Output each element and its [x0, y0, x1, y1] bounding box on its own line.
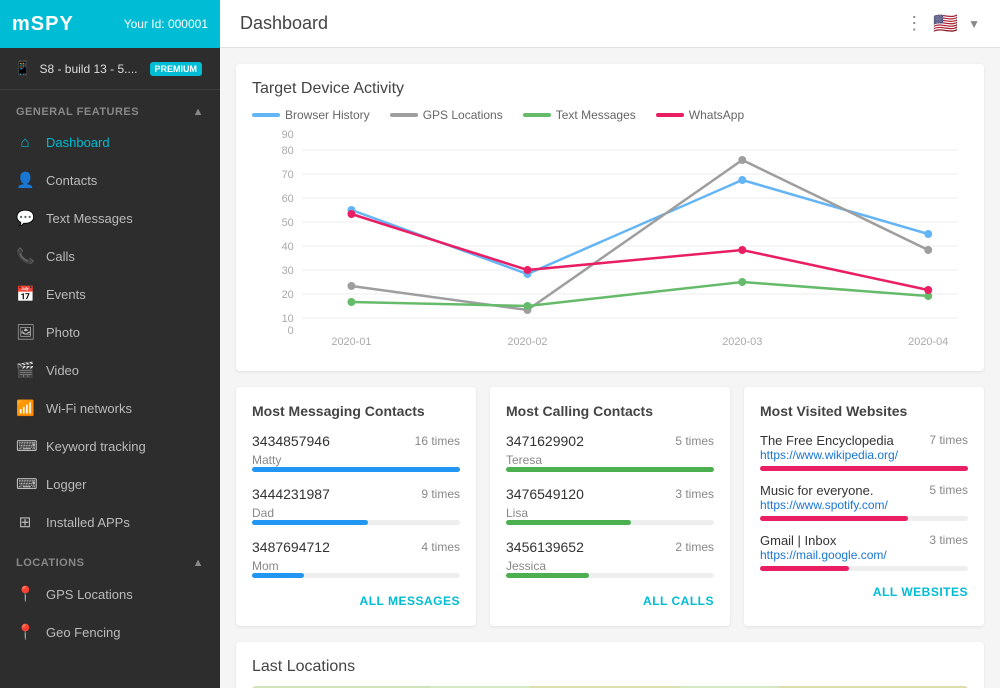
- sidebar-item-wifi[interactable]: 📶 Wi-Fi networks: [0, 389, 220, 427]
- logo: mSPY: [12, 13, 74, 36]
- svg-text:0: 0: [288, 325, 294, 337]
- calling-contact-3: 3456139652 2 times Jessica: [506, 539, 714, 578]
- svg-text:2020-02: 2020-02: [507, 336, 547, 348]
- sidebar: mSPY Your Id: 000001 📱 S8 - build 13 - 5…: [0, 0, 220, 688]
- activity-chart-card: Target Device Activity Browser History G…: [236, 64, 984, 371]
- svg-text:30: 30: [282, 265, 294, 277]
- legend-browser-color: [252, 113, 280, 117]
- sidebar-header: mSPY Your Id: 000001: [0, 0, 220, 48]
- legend-texts-color: [523, 113, 551, 117]
- device-name: S8 - build 13 - 5....: [39, 62, 137, 76]
- last-locations-card: Last Locations: [236, 642, 984, 688]
- topbar: Dashboard ⋮ 🇺🇸 ▼: [220, 0, 1000, 48]
- svg-text:20: 20: [282, 289, 294, 301]
- sidebar-item-text-messages[interactable]: 💬 Text Messages: [0, 199, 220, 237]
- calling-contact-2: 3476549120 3 times Lisa: [506, 486, 714, 525]
- all-websites-link[interactable]: ALL WEBSITES: [873, 585, 968, 599]
- svg-text:50: 50: [282, 217, 294, 229]
- messaging-contact-1: 3434857946 16 times Matty: [252, 433, 460, 472]
- legend-gps: GPS Locations: [390, 108, 503, 122]
- apps-icon: ⊞: [16, 513, 34, 531]
- keyboard-icon: ⌨: [16, 437, 34, 455]
- chart-title: Target Device Activity: [252, 80, 968, 98]
- messaging-title: Most Messaging Contacts: [252, 403, 460, 419]
- device-icon: 📱: [14, 60, 31, 77]
- more-icon[interactable]: ⋮: [905, 13, 923, 34]
- site-1: The Free Encyclopedia https://www.wikipe…: [760, 433, 968, 471]
- general-features-section: GENERAL FEATURES ▲: [0, 96, 220, 124]
- svg-text:2020-03: 2020-03: [722, 336, 762, 348]
- sidebar-item-keyword[interactable]: ⌨ Keyword tracking: [0, 427, 220, 465]
- legend-whatsapp: WhatsApp: [656, 108, 744, 122]
- svg-text:10: 10: [282, 313, 294, 325]
- sidebar-item-geo[interactable]: 📍 Geo Fencing: [0, 613, 220, 651]
- svg-text:70: 70: [282, 169, 294, 181]
- all-messages-link[interactable]: ALL MESSAGES: [360, 594, 460, 608]
- messages-icon: 💬: [16, 209, 34, 227]
- site-3: Gmail | Inbox https://mail.google.com/ 3…: [760, 533, 968, 571]
- language-flag[interactable]: 🇺🇸: [933, 11, 958, 36]
- chart-legend: Browser History GPS Locations Text Messa…: [252, 108, 968, 122]
- calling-contact-1: 3471629902 5 times Teresa: [506, 433, 714, 472]
- websites-title: Most Visited Websites: [760, 403, 968, 419]
- content-area: Target Device Activity Browser History G…: [220, 48, 1000, 688]
- sidebar-item-calls[interactable]: 📞 Calls: [0, 237, 220, 275]
- svg-text:2020-01: 2020-01: [331, 336, 371, 348]
- user-id: Your Id: 000001: [124, 17, 208, 31]
- premium-badge: PREMIUM: [150, 62, 203, 76]
- sidebar-item-events[interactable]: 📅 Events: [0, 275, 220, 313]
- geo-icon: 📍: [16, 623, 34, 641]
- sidebar-item-logger[interactable]: ⌨ Logger: [0, 465, 220, 503]
- sidebar-item-photo[interactable]: 🖼 Photo: [0, 313, 220, 351]
- messaging-contact-3: 3487694712 4 times Mom: [252, 539, 460, 578]
- gps-icon: 📍: [16, 585, 34, 603]
- topbar-right: ⋮ 🇺🇸 ▼: [905, 11, 980, 36]
- legend-gps-color: [390, 113, 418, 117]
- calls-icon: 📞: [16, 247, 34, 265]
- home-icon: ⌂: [16, 134, 34, 151]
- site-2: Music for everyone. https://www.spotify.…: [760, 483, 968, 521]
- svg-text:80: 80: [282, 145, 294, 157]
- chevron-down-icon[interactable]: ▼: [968, 17, 980, 31]
- messaging-contact-2: 3444231987 9 times Dad: [252, 486, 460, 525]
- line-chart: 0 10 20 30 40 50 60 70 80 90 2020-01 202…: [252, 130, 968, 350]
- websites-card: Most Visited Websites The Free Encyclope…: [744, 387, 984, 626]
- legend-texts: Text Messages: [523, 108, 636, 122]
- svg-text:60: 60: [282, 193, 294, 205]
- wifi-icon: 📶: [16, 399, 34, 417]
- main-content: Dashboard ⋮ 🇺🇸 ▼ Target Device Activity …: [220, 0, 1000, 688]
- svg-text:40: 40: [282, 241, 294, 253]
- cards-row: Most Messaging Contacts 3434857946 16 ti…: [236, 387, 984, 626]
- page-title: Dashboard: [240, 13, 328, 34]
- events-icon: 📅: [16, 285, 34, 303]
- all-calls-link[interactable]: ALL CALLS: [643, 594, 714, 608]
- logger-icon: ⌨: [16, 475, 34, 493]
- device-row: 📱 S8 - build 13 - 5.... PREMIUM: [0, 48, 220, 90]
- sidebar-item-dashboard[interactable]: ⌂ Dashboard: [0, 124, 220, 161]
- messaging-card: Most Messaging Contacts 3434857946 16 ti…: [236, 387, 476, 626]
- calling-card: Most Calling Contacts 3471629902 5 times…: [490, 387, 730, 626]
- legend-browser: Browser History: [252, 108, 370, 122]
- locations-section: LOCATIONS ▲: [0, 547, 220, 575]
- svg-text:90: 90: [282, 130, 294, 141]
- svg-text:2020-04: 2020-04: [908, 336, 948, 348]
- legend-whatsapp-color: [656, 113, 684, 117]
- sidebar-item-contacts[interactable]: 👤 Contacts: [0, 161, 220, 199]
- calling-title: Most Calling Contacts: [506, 403, 714, 419]
- contacts-icon: 👤: [16, 171, 34, 189]
- video-icon: 🎬: [16, 361, 34, 379]
- sidebar-item-video[interactable]: 🎬 Video: [0, 351, 220, 389]
- photo-icon: 🖼: [16, 323, 34, 341]
- last-locations-title: Last Locations: [252, 658, 968, 676]
- sidebar-item-installed-apps[interactable]: ⊞ Installed APPs: [0, 503, 220, 541]
- sidebar-item-gps[interactable]: 📍 GPS Locations: [0, 575, 220, 613]
